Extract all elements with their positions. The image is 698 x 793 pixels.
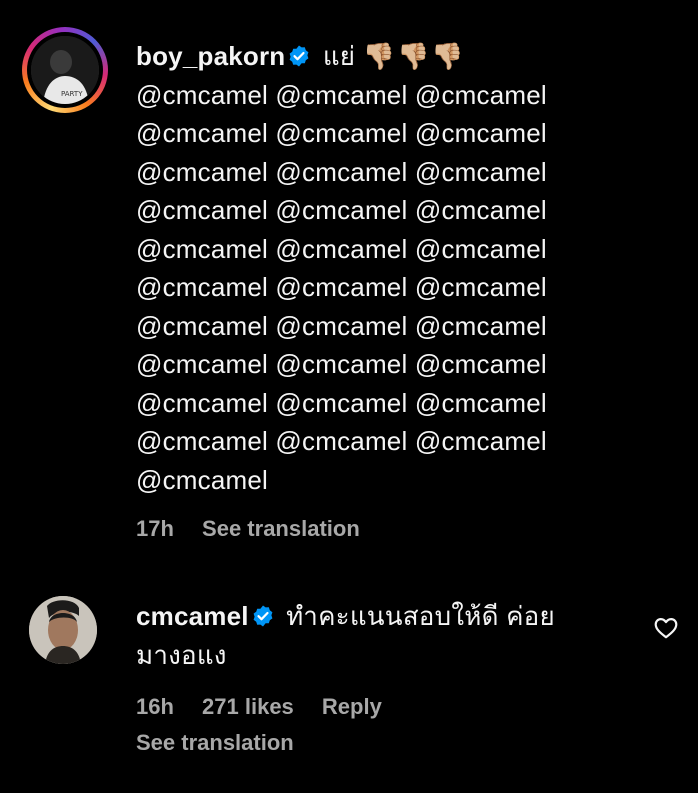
avatar-photo: PARTY xyxy=(31,36,99,104)
mention-line[interactable]: @cmcamel @cmcamel @cmcamel xyxy=(136,307,547,346)
mention-line[interactable]: @cmcamel @cmcamel @cmcamel xyxy=(136,268,547,307)
svg-text:PARTY: PARTY xyxy=(61,90,83,98)
comment-time: 17h xyxy=(136,516,174,541)
mention-line[interactable]: @cmcamel @cmcamel @cmcamel xyxy=(136,345,547,384)
comment-meta: 16h 271 likes Reply xyxy=(136,694,404,720)
heart-outline-icon[interactable] xyxy=(653,615,679,641)
see-translation-link[interactable]: See translation xyxy=(202,516,360,541)
mention-line[interactable]: @cmcamel @cmcamel @cmcamel xyxy=(136,230,547,269)
mention-line[interactable]: @cmcamel @cmcamel @cmcamel xyxy=(136,191,547,230)
avatar-cmcamel[interactable] xyxy=(29,596,97,664)
mention-line[interactable]: @cmcamel @cmcamel @cmcamel xyxy=(136,422,547,461)
mention-line[interactable]: @cmcamel xyxy=(136,461,547,500)
comment-meta: 17h See translation xyxy=(136,516,382,542)
avatar-silhouette-icon: PARTY xyxy=(31,36,99,104)
username[interactable]: boy_pakorn xyxy=(136,41,285,71)
comment-text-prefix: แย่ xyxy=(322,41,356,71)
comment-text-continued: มางอแง xyxy=(136,639,227,670)
verified-badge-icon xyxy=(253,605,273,627)
see-translation-link[interactable]: See translation xyxy=(136,730,294,756)
likes-count[interactable]: 271 likes xyxy=(202,694,294,719)
avatar-face-icon xyxy=(29,596,97,664)
comment-text: ทำคะแนนสอบให้ดี ค่อย xyxy=(286,601,555,631)
verified-badge-icon xyxy=(289,45,309,67)
mention-line[interactable]: @cmcamel @cmcamel @cmcamel xyxy=(136,114,547,153)
thumbs-down-emoji: 👎🏼👎🏼👎🏼 xyxy=(362,41,466,71)
mention-line[interactable]: @cmcamel @cmcamel @cmcamel xyxy=(136,153,547,192)
comment-body: boy_pakorn แย่ 👎🏼👎🏼👎🏼 @cmcamel @cmcamel … xyxy=(136,37,547,499)
mention-line[interactable]: @cmcamel @cmcamel @cmcamel xyxy=(136,384,547,423)
avatar-ring-gap: PARTY xyxy=(27,32,103,108)
avatar-boy-pakorn[interactable]: PARTY xyxy=(22,27,108,113)
comment-time: 16h xyxy=(136,694,174,719)
username[interactable]: cmcamel xyxy=(136,601,249,631)
mention-line[interactable]: @cmcamel @cmcamel @cmcamel xyxy=(136,76,547,115)
comment-body: cmcamel ทำคะแนนสอบให้ดี ค่อย มางอแง xyxy=(136,597,555,674)
reply-button[interactable]: Reply xyxy=(322,694,382,719)
